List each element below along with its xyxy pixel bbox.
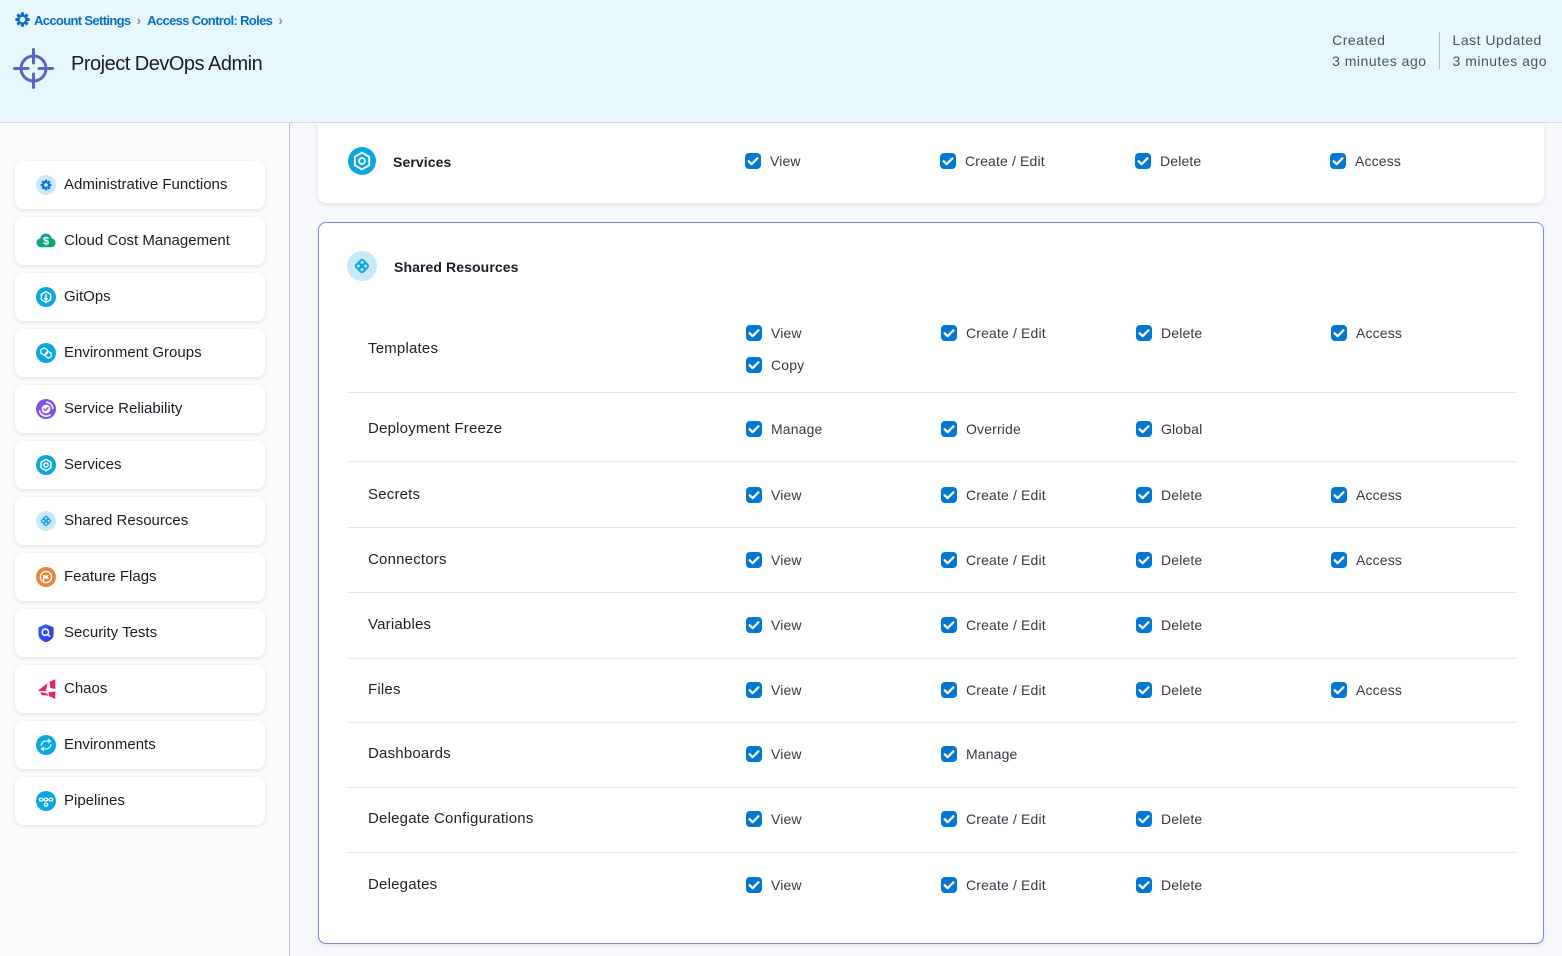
- svg-text:$: $: [43, 235, 49, 247]
